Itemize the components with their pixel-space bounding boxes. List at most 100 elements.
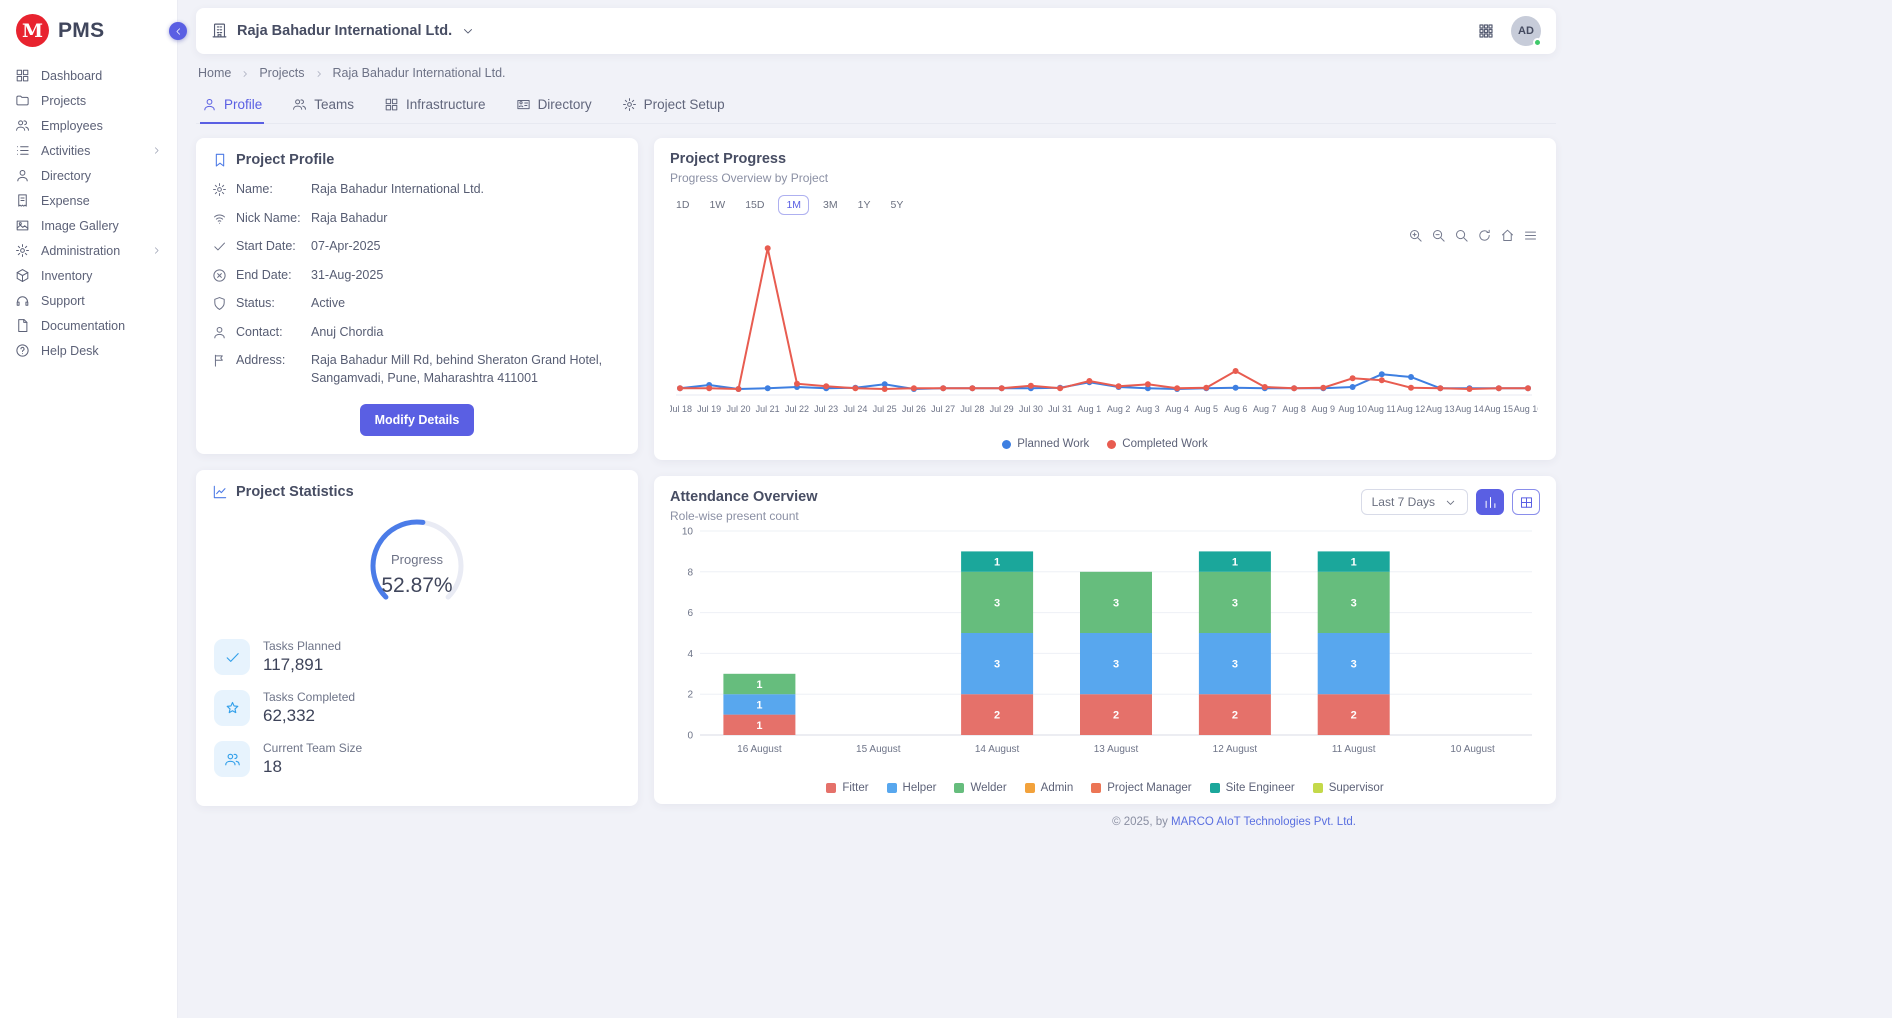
svg-text:15 August: 15 August — [856, 744, 901, 755]
stat-texts: Tasks Planned117,891 — [263, 639, 341, 675]
modify-details-button[interactable]: Modify Details — [360, 404, 475, 436]
range-1y-button[interactable]: 1Y — [852, 195, 877, 215]
sidebar-item-label: Image Gallery — [41, 219, 119, 233]
svg-text:2: 2 — [1113, 710, 1119, 722]
table-view-button[interactable] — [1512, 489, 1540, 515]
sidebar-item-projects[interactable]: Projects — [0, 88, 177, 113]
range-3m-button[interactable]: 3M — [817, 195, 844, 215]
attendance-titles: Attendance Overview Role-wise present co… — [670, 489, 817, 523]
sidebar-item-label: Projects — [41, 94, 86, 108]
main-content: Raja Bahadur International Ltd. AD Home P… — [178, 0, 1892, 1018]
legend-project-manager[interactable]: Project Manager — [1091, 782, 1191, 794]
svg-text:Jul 21: Jul 21 — [756, 404, 780, 414]
footer-link[interactable]: MARCO AIoT Technologies Pvt. Ltd. — [1171, 816, 1356, 828]
range-15d-button[interactable]: 15D — [739, 195, 770, 215]
stat-tasks-completed: Tasks Completed62,332 — [214, 690, 620, 726]
bar-chart-icon — [1483, 495, 1498, 510]
card-title: Attendance Overview — [670, 489, 817, 505]
legend-fitter[interactable]: Fitter — [826, 782, 868, 794]
reset-icon — [1500, 228, 1515, 243]
chart-view-button[interactable] — [1476, 489, 1504, 515]
legend-marker — [1210, 783, 1220, 793]
svg-text:10 August: 10 August — [1450, 744, 1495, 755]
sidebar-item-support[interactable]: Support — [0, 288, 177, 313]
stat-current-team-size: Current Team Size18 — [214, 741, 620, 777]
star-icon — [224, 700, 241, 717]
sidebar-item-label: Documentation — [41, 319, 125, 333]
sidebar-item-directory[interactable]: Directory — [0, 163, 177, 188]
tab-project-setup[interactable]: Project Setup — [620, 88, 727, 124]
svg-text:Jul 26: Jul 26 — [902, 404, 926, 414]
legend-label: Completed Work — [1122, 438, 1207, 450]
tab-profile[interactable]: Profile — [200, 88, 264, 124]
toolbar-restore-button[interactable] — [1477, 227, 1492, 245]
sidebar-item-help-desk[interactable]: Help Desk — [0, 338, 177, 363]
sidebar-item-dashboard[interactable]: Dashboard — [0, 63, 177, 88]
button-row: Modify Details — [212, 404, 622, 436]
toolbar-data-view-button[interactable] — [1523, 227, 1538, 245]
sidebar-item-administration[interactable]: Administration — [0, 238, 177, 263]
sidebar-item-inventory[interactable]: Inventory — [0, 263, 177, 288]
tab-infrastructure[interactable]: Infrastructure — [382, 88, 488, 124]
sidebar: M PMS Dashboard Projects Employees Activiti… — [0, 0, 178, 1018]
range-1w-button[interactable]: 1W — [703, 195, 731, 215]
svg-text:Aug 5: Aug 5 — [1195, 404, 1219, 414]
chart-line-icon — [212, 484, 228, 500]
field-label: Nick Name: — [236, 210, 302, 228]
app-logo[interactable]: M PMS — [0, 8, 177, 63]
users-icon — [224, 751, 241, 768]
svg-text:Aug 9: Aug 9 — [1312, 404, 1336, 414]
legend-completed-work[interactable]: Completed Work — [1107, 438, 1207, 450]
date-range-select[interactable]: Last 7 Days — [1361, 489, 1468, 515]
field-value: Raja Bahadur International Ltd. — [311, 181, 622, 199]
card-subtitle: Progress Overview by Project — [670, 171, 1540, 185]
line-chart-legend: Planned Work Completed Work — [670, 438, 1540, 450]
legend-supervisor[interactable]: Supervisor — [1313, 782, 1384, 794]
range-5y-button[interactable]: 5Y — [884, 195, 909, 215]
company-selector[interactable]: Raja Bahadur International Ltd. — [211, 22, 475, 40]
svg-text:Aug 12: Aug 12 — [1397, 404, 1426, 414]
breadcrumb-item[interactable]: Projects — [259, 66, 304, 80]
svg-text:Jul 29: Jul 29 — [990, 404, 1014, 414]
range-1d-button[interactable]: 1D — [670, 195, 695, 215]
avatar[interactable]: AD — [1511, 16, 1541, 46]
svg-text:10: 10 — [682, 527, 694, 538]
sidebar-item-image-gallery[interactable]: Image Gallery — [0, 213, 177, 238]
sidebar-item-expense[interactable]: Expense — [0, 188, 177, 213]
toolbar-zoom-out-button[interactable] — [1431, 227, 1446, 245]
breadcrumb-item[interactable]: Home — [198, 66, 231, 80]
online-status-dot — [1533, 38, 1542, 47]
box-icon — [15, 268, 30, 283]
bookmark-icon — [212, 152, 228, 168]
toolbar-zoom-in-button[interactable] — [1408, 227, 1423, 245]
sidebar-collapse-button[interactable] — [169, 22, 187, 40]
project-progress-line-chart: Jul 18Jul 19Jul 20Jul 21Jul 22Jul 23Jul … — [670, 219, 1538, 431]
tab-teams[interactable]: Teams — [290, 88, 356, 124]
legend-helper[interactable]: Helper — [887, 782, 937, 794]
legend-admin[interactable]: Admin — [1025, 782, 1074, 794]
project-profile-card: Project Profile Name:Raja Bahadur Intern… — [196, 138, 638, 454]
sidebar-item-activities[interactable]: Activities — [0, 138, 177, 163]
sidebar-item-employees[interactable]: Employees — [0, 113, 177, 138]
toolbar-reset-button[interactable] — [1500, 227, 1515, 245]
legend-welder[interactable]: Welder — [954, 782, 1006, 794]
field-value: Raja Bahadur Mill Rd, behind Sheraton Gr… — [311, 352, 622, 387]
legend-site-engineer[interactable]: Site Engineer — [1210, 782, 1295, 794]
stat-label: Tasks Planned — [263, 639, 341, 653]
tab-directory[interactable]: Directory — [514, 88, 594, 124]
field-label: Start Date: — [236, 238, 302, 256]
legend-marker — [1002, 440, 1011, 449]
sidebar-item-label: Activities — [41, 144, 90, 158]
svg-text:4: 4 — [687, 649, 693, 660]
sidebar-item-documentation[interactable]: Documentation — [0, 313, 177, 338]
breadcrumb-item: Raja Bahadur International Ltd. — [333, 66, 506, 80]
field-label: Address: — [236, 352, 302, 387]
users-icon — [15, 118, 30, 133]
svg-text:2: 2 — [994, 710, 1000, 722]
user-icon — [202, 97, 217, 112]
toolbar-zoom-select-button[interactable] — [1454, 227, 1469, 245]
zoom-out-icon — [1431, 228, 1446, 243]
apps-grid-button[interactable] — [1477, 22, 1495, 40]
legend-planned-work[interactable]: Planned Work — [1002, 438, 1089, 450]
range-1m-button[interactable]: 1M — [778, 195, 809, 215]
